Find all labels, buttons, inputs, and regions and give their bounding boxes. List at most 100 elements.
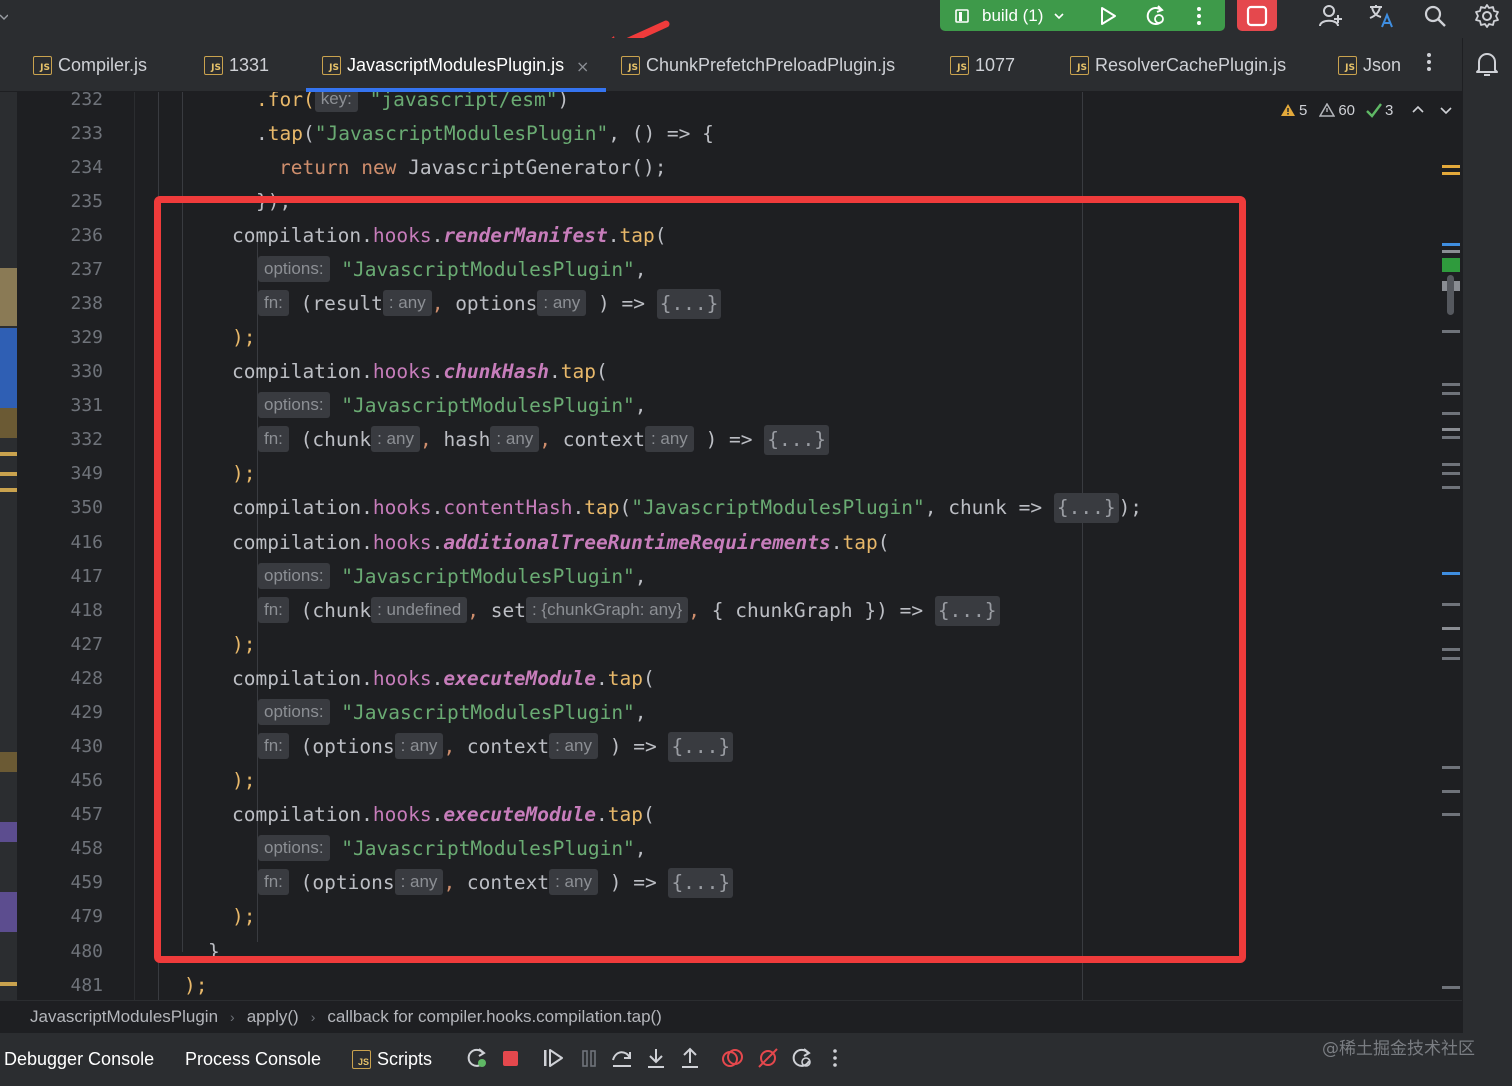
inspection-widget[interactable]: 5 60 3	[1280, 98, 1453, 122]
typos-count: 3	[1385, 101, 1394, 119]
line-number: 428	[70, 668, 103, 689]
tab-resolver-cache-plugin[interactable]: JS ResolverCachePlugin.js	[1070, 38, 1286, 92]
line-number: 232	[70, 89, 103, 110]
debug-icon[interactable]	[1143, 0, 1169, 31]
run-config-label[interactable]: build (1)	[982, 0, 1043, 31]
translate-icon[interactable]	[1366, 0, 1396, 31]
line-number: 234	[70, 157, 103, 178]
right-tool-strip	[1462, 38, 1512, 1033]
chevron-down-icon[interactable]	[1053, 0, 1065, 31]
line-number: 430	[70, 736, 103, 757]
editor-tabs: JS Compiler.js JS 1331 JS JavascriptModules…	[0, 38, 1462, 92]
line-number: 329	[70, 327, 103, 348]
tab-1331[interactable]: JS 1331	[204, 38, 269, 92]
tab-label: ResolverCachePlugin.js	[1095, 54, 1287, 75]
tab-process-console[interactable]: Process Console	[185, 1033, 321, 1086]
stop-icon[interactable]	[500, 1046, 522, 1070]
left-tool-strip	[0, 92, 17, 1000]
js-file-icon: JS	[204, 55, 223, 75]
warnings-count: 5	[1299, 101, 1308, 119]
js-file-icon: JS	[33, 55, 52, 75]
line-number: 349	[70, 463, 103, 484]
resume-icon[interactable]	[541, 1046, 565, 1070]
chevron-down-icon	[0, 6, 9, 20]
code-line: .tap("JavascriptModulesPlugin", () => {	[256, 122, 714, 145]
line-number-gutter[interactable]: 232 233 234 235 236 237 238 329 330 331 …	[17, 89, 145, 1000]
debug-toolbar: Debugger Console Process Console JS Scri…	[0, 1033, 1512, 1086]
more-vertical-icon[interactable]	[832, 1046, 838, 1070]
more-vertical-icon[interactable]	[1196, 0, 1202, 31]
tab-debugger-console[interactable]: Debugger Console	[4, 1033, 154, 1086]
run-icon[interactable]	[1097, 0, 1119, 31]
more-vertical-icon[interactable]	[1426, 52, 1432, 76]
weak-warnings-count: 60	[1338, 101, 1356, 119]
tab-label: Scripts	[377, 1049, 433, 1069]
tab-label: ChunkPrefetchPreloadPlugin.js	[646, 54, 896, 75]
notifications-bell-icon[interactable]	[1474, 50, 1500, 82]
reload-icon[interactable]	[790, 1046, 814, 1070]
scrollbar-thumb[interactable]	[1447, 275, 1454, 315]
view-breakpoints-icon[interactable]	[720, 1046, 746, 1070]
line-number: 459	[70, 872, 103, 893]
line-number: 237	[70, 259, 103, 280]
build-config-icon	[954, 0, 970, 31]
js-file-icon: JS	[950, 55, 969, 75]
js-file-icon: JS	[1070, 55, 1089, 75]
tab-label: Compiler.js	[58, 54, 148, 75]
run-configuration-widget[interactable]: build (1)	[940, 0, 1225, 31]
step-into-icon[interactable]	[644, 1046, 668, 1070]
code-line: );	[184, 974, 208, 997]
line-number: 350	[70, 497, 103, 518]
typo-check-icon	[1366, 103, 1382, 118]
line-number: 238	[70, 293, 103, 314]
js-file-icon: JS	[352, 1050, 371, 1069]
chevron-down-icon[interactable]	[1439, 103, 1453, 117]
step-over-icon[interactable]	[610, 1046, 634, 1070]
line-number: 332	[70, 429, 103, 450]
mute-breakpoints-icon[interactable]	[756, 1046, 782, 1070]
tab-label: 1331	[229, 54, 270, 75]
breadcrumb-item[interactable]: callback for compiler.hooks.compilation.…	[327, 1007, 661, 1027]
line-number: 235	[70, 191, 103, 212]
add-user-icon[interactable]	[1316, 0, 1346, 31]
rerun-icon[interactable]	[465, 1046, 489, 1070]
line-number: 429	[70, 702, 103, 723]
breadcrumb: JavascriptModulesPlugin › apply() › call…	[0, 1000, 1462, 1033]
chevron-right-icon: ›	[310, 1009, 316, 1025]
js-file-icon: JS	[1338, 55, 1357, 75]
js-file-icon: JS	[621, 55, 640, 75]
line-number: 458	[70, 838, 103, 859]
tab-chunk-prefetch-preload-plugin[interactable]: JS ChunkPrefetchPreloadPlugin.js	[621, 38, 895, 92]
search-icon[interactable]	[1420, 0, 1450, 31]
chevron-right-icon: ›	[230, 1009, 235, 1025]
stop-icon	[1246, 5, 1268, 26]
annotation-highlight-box	[154, 196, 1246, 963]
line-number: 236	[70, 225, 103, 246]
tab-label: Json	[1363, 54, 1402, 75]
line-number: 417	[70, 566, 103, 587]
line-number: 330	[70, 361, 103, 382]
js-file-icon: JS	[322, 55, 341, 75]
breadcrumb-item[interactable]: apply()	[247, 1007, 299, 1027]
line-number: 331	[70, 395, 103, 416]
stop-button[interactable]	[1237, 0, 1277, 31]
close-icon[interactable]: ×	[576, 57, 589, 76]
gear-icon[interactable]	[1472, 0, 1502, 31]
step-out-icon[interactable]	[678, 1046, 702, 1070]
tab-scripts[interactable]: JS Scripts	[352, 1033, 432, 1086]
warning-icon	[1281, 104, 1295, 116]
line-number: 481	[70, 975, 103, 996]
line-number: 416	[70, 532, 103, 553]
watermark: @稀土掘金技术社区	[1322, 1039, 1475, 1059]
line-number: 480	[70, 941, 103, 962]
chevron-up-icon[interactable]	[1411, 103, 1425, 117]
line-number: 233	[70, 123, 103, 144]
tab-1077[interactable]: JS 1077	[950, 38, 1015, 92]
code-line: .for(key: "javascript/esm")	[256, 92, 569, 117]
line-number: 457	[70, 804, 103, 825]
tab-json[interactable]: JS Json	[1338, 38, 1408, 92]
line-number: 418	[70, 600, 103, 621]
breadcrumb-item[interactable]: JavascriptModulesPlugin	[30, 1007, 218, 1027]
pause-icon[interactable]	[578, 1046, 600, 1070]
tab-javascript-modules-plugin[interactable]: JS JavascriptModulesPlugin.js	[322, 38, 564, 92]
